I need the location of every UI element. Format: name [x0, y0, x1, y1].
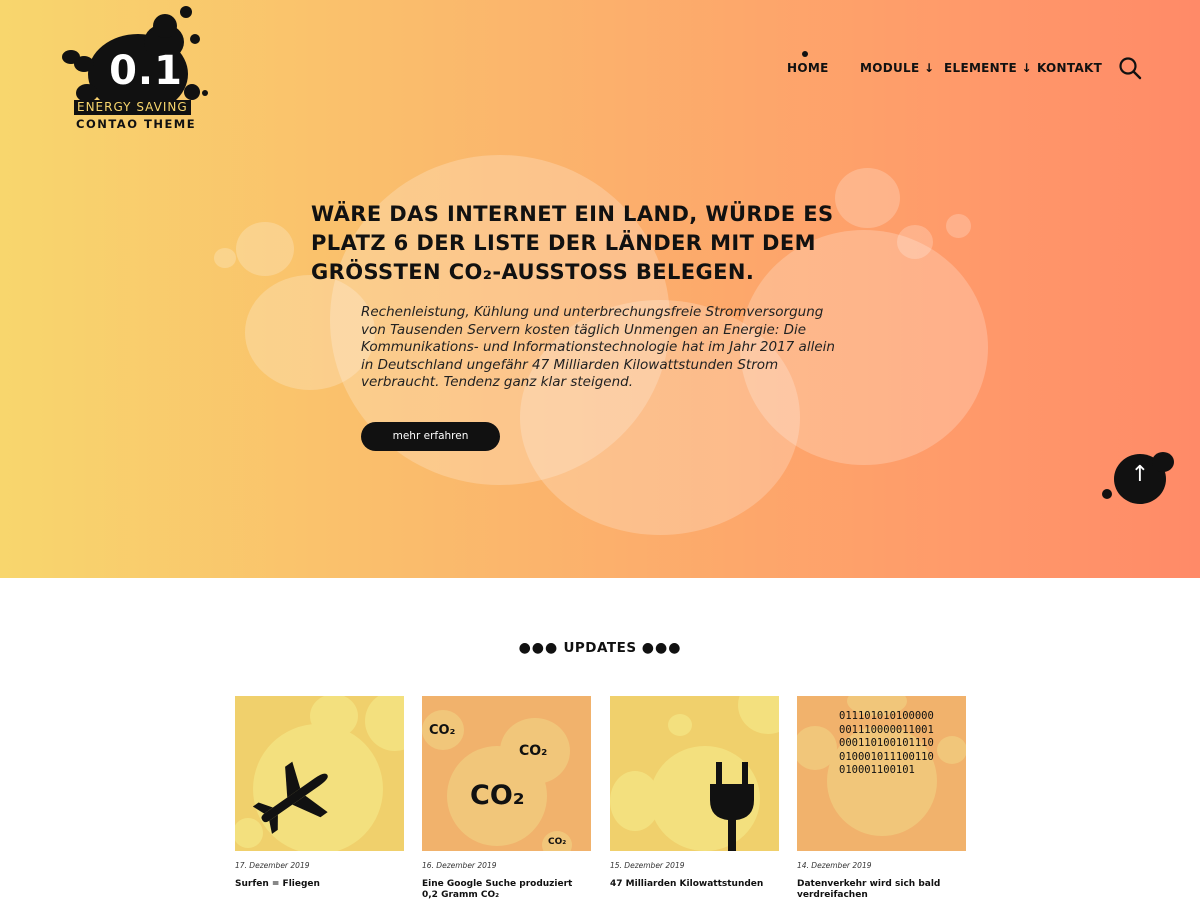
search-icon[interactable]	[1118, 56, 1142, 80]
airplane-icon	[253, 761, 328, 834]
hero-section: 0.1 ENERGY SAVING CONTAO THEME HOME MODU…	[0, 0, 1200, 578]
co2-label: CO₂	[429, 723, 456, 738]
card-date: 17. Dezember 2019	[235, 861, 310, 870]
update-card[interactable]: 15. Dezember 2019 47 Milliarden Kilowatt…	[610, 696, 779, 890]
card-image[interactable]	[610, 696, 779, 851]
bubble-decoration	[245, 275, 375, 390]
logo-tagline: ENERGY SAVING	[74, 100, 191, 115]
co2-label: CO₂	[470, 780, 525, 811]
more-info-button[interactable]: mehr erfahren	[361, 422, 500, 451]
bubble-decoration	[236, 222, 294, 276]
arrow-up-icon: ↑	[1130, 462, 1150, 487]
co2-label: CO₂	[548, 837, 567, 847]
updates-title: UPDATES	[563, 640, 637, 656]
card-image[interactable]	[235, 696, 404, 851]
bubble-decoration	[897, 225, 933, 259]
nav-item-home[interactable]: HOME	[787, 61, 829, 75]
co2-label: CO₂	[519, 743, 548, 759]
card-title[interactable]: Surfen = Fliegen	[235, 879, 404, 890]
card-date: 14. Dezember 2019	[797, 861, 872, 870]
update-card[interactable]: 011101010100000 001110000011001 00011010…	[797, 696, 966, 900]
nav-item-kontakt[interactable]: KONTAKT	[1037, 61, 1102, 75]
card-date: 15. Dezember 2019	[610, 861, 685, 870]
plug-icon	[710, 762, 754, 851]
card-title[interactable]: 47 Milliarden Kilowattstunden	[610, 879, 779, 890]
logo-subtitle: CONTAO THEME	[76, 117, 197, 131]
nav-item-elemente[interactable]: ELEMENTE ↓	[944, 61, 1032, 75]
updates-heading: ●●● UPDATES ●●●	[518, 640, 682, 656]
active-indicator	[802, 51, 808, 57]
nav-item-module[interactable]: MODULE ↓	[860, 61, 934, 75]
card-title[interactable]: Eine Google Suche produziert 0,2 Gramm C…	[422, 879, 591, 900]
update-card[interactable]: 17. Dezember 2019 Surfen = Fliegen	[235, 696, 404, 890]
binary-icon: 011101010100000 001110000011001 00011010…	[839, 710, 934, 776]
bubble-decoration	[946, 214, 971, 238]
card-image[interactable]: CO₂ CO₂ CO₂ CO₂	[422, 696, 591, 851]
card-title[interactable]: Datenverkehr wird sich bald verdreifache…	[797, 879, 966, 900]
hero-headline: WÄRE DAS INTERNET EIN LAND, WÜRDE ES PLA…	[311, 202, 834, 284]
hero-lead-text: Rechenleistung, Kühlung und unterbrechun…	[361, 304, 835, 390]
card-date: 16. Dezember 2019	[422, 861, 497, 870]
main-nav: HOME MODULE ↓ ELEMENTE ↓ KONTAKT	[0, 51, 1200, 81]
scroll-to-top-button[interactable]: ↑	[1100, 448, 1180, 508]
update-card[interactable]: CO₂ CO₂ CO₂ CO₂ 16. Dezember 2019 Eine G…	[422, 696, 591, 900]
card-image[interactable]: 011101010100000 001110000011001 00011010…	[797, 696, 966, 851]
bubble-decoration	[214, 248, 236, 268]
